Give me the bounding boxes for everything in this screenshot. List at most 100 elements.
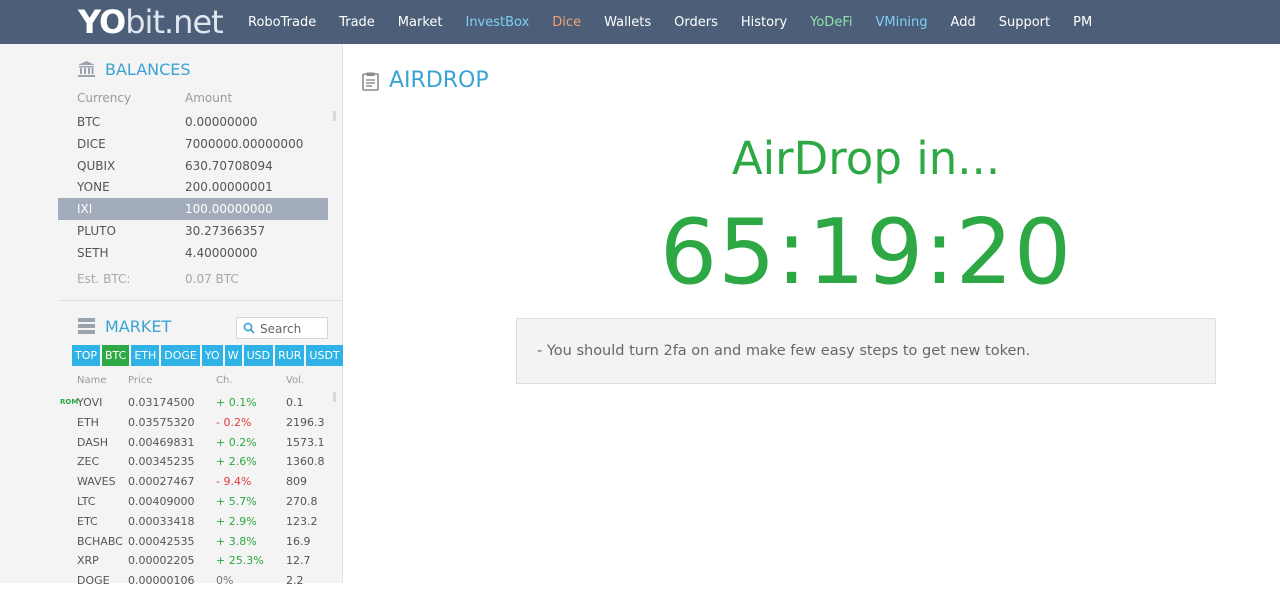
balance-amount: 100.00000000 bbox=[185, 202, 273, 217]
balances-scrollbar[interactable] bbox=[333, 111, 336, 121]
nav-orders[interactable]: Orders bbox=[674, 15, 718, 30]
market-pair-volume: 1573.1 bbox=[286, 435, 325, 449]
market-col-change: Ch. bbox=[216, 375, 233, 386]
market-pair-change: + 0.2% bbox=[216, 435, 257, 449]
market-pair-change: + 0.1% bbox=[216, 396, 257, 409]
nav-vmining[interactable]: VMining bbox=[875, 15, 927, 30]
market-tabs: TOP BTC ETH DOGE YO W USD RUR USDT bbox=[72, 345, 345, 366]
balance-amount: 200.00000001 bbox=[185, 180, 273, 195]
market-col-volume: Vol. bbox=[286, 375, 305, 386]
balance-currency: QUBIX bbox=[77, 158, 116, 173]
tab-rur[interactable]: RUR bbox=[275, 345, 305, 366]
nav-yodefi[interactable]: YoDeFi bbox=[810, 15, 852, 30]
nav-wallets[interactable]: Wallets bbox=[604, 15, 651, 30]
market-pair-name: ETC bbox=[77, 514, 98, 528]
balance-currency: PLUTO bbox=[77, 224, 116, 238]
market-pair-change: + 2.9% bbox=[216, 514, 257, 528]
balance-row-dice[interactable]: DICE 7000000.00000000 bbox=[58, 133, 328, 155]
tab-w[interactable]: W bbox=[224, 345, 242, 366]
tab-doge[interactable]: DOGE bbox=[161, 345, 200, 366]
market-pair-price: 0.00409000 bbox=[128, 495, 195, 508]
notice-text: - You should turn 2fa on and make few ea… bbox=[537, 343, 1031, 359]
market-pair-name: DASH bbox=[77, 435, 109, 449]
market-pair-name: XRP bbox=[77, 554, 99, 568]
market-pair-volume: 2.2 bbox=[286, 574, 304, 588]
balance-row-yone[interactable]: YONE 200.00000001 bbox=[58, 176, 328, 198]
market-pair-price: 0.00002205 bbox=[128, 554, 195, 568]
nav-investbox[interactable]: InvestBox bbox=[465, 15, 529, 30]
market-pair-price: 0.00345235 bbox=[128, 455, 195, 469]
market-pair-change: + 25.3% bbox=[216, 554, 264, 568]
nav-support[interactable]: Support bbox=[999, 15, 1050, 30]
balances-title: BALANCES bbox=[105, 60, 191, 79]
market-pair-name: YOVI bbox=[77, 396, 103, 409]
market-search-input[interactable]: Search bbox=[236, 317, 328, 339]
nav-pm[interactable]: PM bbox=[1073, 15, 1092, 30]
market-pair-price: 0.00000106 bbox=[128, 574, 195, 588]
market-pair-price: 0.00033418 bbox=[128, 514, 195, 528]
balance-row-btc[interactable]: BTC 0.00000000 bbox=[58, 111, 328, 133]
nav-robotrade[interactable]: RoboTrade bbox=[248, 15, 316, 30]
market-scrollbar[interactable] bbox=[333, 392, 336, 402]
market-pair-change: + 5.7% bbox=[216, 495, 257, 508]
market-pair-change: + 3.8% bbox=[216, 534, 257, 548]
market-row-xrp[interactable]: XRP 0.00002205 + 25.3% 12.7 bbox=[58, 551, 338, 571]
balance-amount: 30.27366357 bbox=[185, 224, 266, 238]
market-pair-name: LTC bbox=[77, 495, 96, 508]
tab-usdt[interactable]: USDT bbox=[306, 345, 343, 366]
rom-badge: ROM bbox=[60, 398, 79, 406]
market-pair-volume: 270.8 bbox=[286, 495, 318, 508]
market-pair-change: 0% bbox=[216, 574, 234, 588]
market-col-price: Price bbox=[128, 375, 153, 386]
countdown-timer: 65:19:20 bbox=[659, 200, 1073, 305]
nav-dice[interactable]: Dice bbox=[552, 15, 581, 30]
market-row-doge[interactable]: DOGE 0.00000106 0% 2.2 bbox=[58, 571, 338, 591]
tab-yo[interactable]: YO bbox=[201, 345, 223, 366]
balance-row-pluto[interactable]: PLUTO 30.27366357 bbox=[58, 220, 328, 242]
search-icon bbox=[243, 322, 255, 334]
market-row-eth[interactable]: ETH 0.03575320 - 0.2% 2196.3 bbox=[58, 413, 338, 433]
balance-row-seth[interactable]: SETH 4.40000000 bbox=[58, 242, 328, 264]
market-row-waves[interactable]: WAVES 0.00027467 - 9.4% 809 bbox=[58, 472, 338, 492]
tab-btc[interactable]: BTC bbox=[102, 345, 130, 366]
balance-amount: 0.00000000 bbox=[185, 115, 258, 129]
top-navbar: YObit.net RoboTrade Trade Market InvestBox D… bbox=[0, 0, 1280, 44]
nav-trade[interactable]: Trade bbox=[339, 15, 375, 30]
nav-history[interactable]: History bbox=[741, 15, 787, 30]
balance-amount: 630.70708094 bbox=[185, 158, 273, 173]
market-pair-change: - 0.2% bbox=[216, 415, 252, 429]
nav-market[interactable]: Market bbox=[398, 15, 443, 30]
sidebar: BALANCES Currency Amount BTC 0.00000000 DI… bbox=[0, 44, 345, 587]
market-pair-name: WAVES bbox=[77, 475, 116, 489]
document-icon bbox=[362, 72, 379, 91]
balance-currency: BTC bbox=[77, 115, 101, 129]
est-btc-value: 0.07 BTC bbox=[185, 272, 239, 286]
balance-currency: SETH bbox=[77, 245, 109, 260]
market-row-zec[interactable]: ZEC 0.00345235 + 2.6% 1360.8 bbox=[58, 452, 338, 472]
market-pair-price: 0.00469831 bbox=[128, 435, 195, 449]
market-title: MARKET bbox=[105, 317, 172, 336]
market-row-dash[interactable]: DASH 0.00469831 + 0.2% 1573.1 bbox=[58, 433, 338, 453]
tab-top[interactable]: TOP bbox=[72, 345, 101, 366]
market-pair-volume: 2196.3 bbox=[286, 415, 325, 429]
tab-eth[interactable]: ETH bbox=[131, 345, 160, 366]
balances-col-amount: Amount bbox=[185, 91, 233, 105]
balance-currency: DICE bbox=[77, 136, 106, 151]
bank-icon bbox=[78, 61, 95, 77]
nav-add[interactable]: Add bbox=[951, 15, 976, 30]
market-pair-price: 0.03575320 bbox=[128, 415, 195, 429]
tab-usd[interactable]: USD bbox=[243, 345, 274, 366]
market-row-yovi[interactable]: ROM YOVI 0.03174500 + 0.1% 0.1 bbox=[58, 393, 338, 413]
market-pair-volume: 1360.8 bbox=[286, 455, 325, 469]
balance-row-qubix[interactable]: QUBIX 630.70708094 bbox=[58, 155, 328, 177]
airdrop-heading: AirDrop in... bbox=[731, 132, 1001, 185]
market-row-ltc[interactable]: LTC 0.00409000 + 5.7% 270.8 bbox=[58, 492, 338, 512]
notice-box: - You should turn 2fa on and make few ea… bbox=[516, 318, 1216, 384]
balance-row-ixi[interactable]: IXI 100.00000000 bbox=[58, 198, 328, 221]
balances-col-currency: Currency bbox=[77, 91, 132, 105]
yobit-logo[interactable]: YObit.net bbox=[78, 3, 224, 41]
market-pair-name: DOGE bbox=[77, 574, 110, 588]
balance-amount: 7000000.00000000 bbox=[185, 136, 304, 151]
market-row-etc[interactable]: ETC 0.00033418 + 2.9% 123.2 bbox=[58, 512, 338, 532]
market-row-bchabc[interactable]: BCHABC 0.00042535 + 3.8% 16.9 bbox=[58, 532, 338, 552]
